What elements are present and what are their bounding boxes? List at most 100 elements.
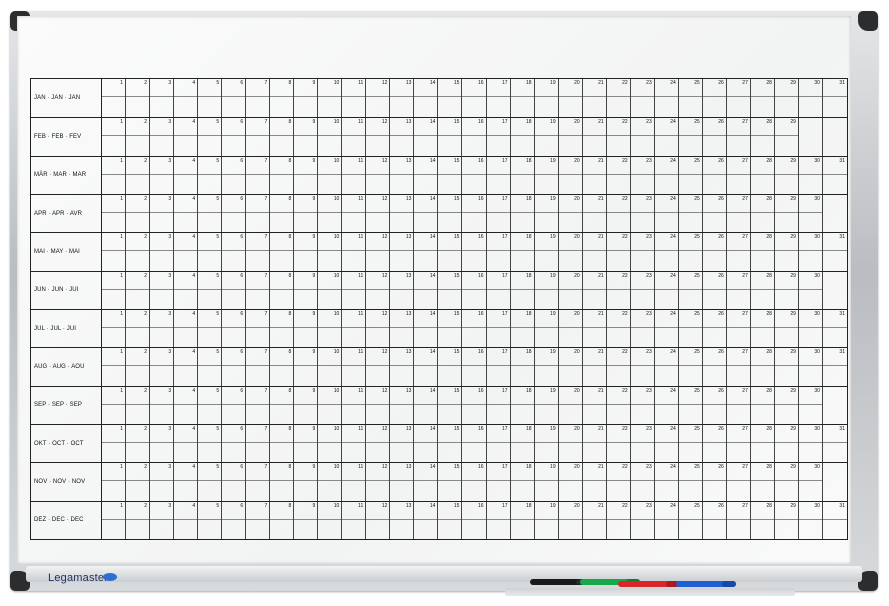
- day-divider: [390, 403, 414, 405]
- day-divider: [390, 327, 414, 328]
- day-number: 20: [574, 311, 580, 317]
- day-divider: [678, 442, 702, 443]
- day-cell: [799, 118, 823, 156]
- day-divider: [270, 480, 294, 482]
- day-divider: [534, 480, 558, 482]
- day-cell: 3: [150, 271, 175, 309]
- month-row: MAI · MAY · MAI 1 2 3 4 5 6 7 8 9 10 11 12 13 14 15 16 17…: [31, 232, 847, 271]
- day-cell: 14: [414, 386, 439, 424]
- day-cell: 5: [198, 348, 223, 386]
- day-divider: [606, 212, 630, 213]
- day-divider: [534, 135, 558, 137]
- day-cell: 27: [726, 386, 751, 424]
- day-number: 5: [216, 157, 220, 164]
- day-number: 7: [264, 119, 268, 126]
- day-cell: 8: [270, 156, 295, 194]
- day-cell: 3: [150, 501, 175, 539]
- day-number: 19: [550, 80, 556, 86]
- day-divider: [822, 96, 847, 97]
- day-divider: [822, 442, 847, 443]
- day-cell: 7: [246, 233, 271, 271]
- day-number: 18: [526, 349, 532, 356]
- day-divider: [534, 403, 558, 405]
- day-divider: [558, 212, 582, 213]
- day-number: 13: [405, 119, 412, 126]
- day-cell: 13: [390, 195, 415, 233]
- day-divider: [798, 250, 822, 252]
- day-cell: 14: [414, 156, 439, 194]
- day-divider: [246, 173, 270, 175]
- day-cell: 18: [510, 233, 535, 271]
- day-cell: 20: [558, 118, 583, 156]
- day-divider: [726, 365, 750, 367]
- day-divider: [774, 480, 798, 482]
- day-number: 3: [168, 157, 172, 164]
- day-number: 10: [333, 349, 340, 356]
- day-number: 21: [598, 426, 604, 432]
- day-cell: 24: [654, 348, 679, 386]
- day-number: 5: [216, 502, 220, 509]
- day-cell: 5: [198, 386, 223, 424]
- day-number: 7: [264, 80, 268, 86]
- month-row: JAN · JAN · JAN 1 2 3 4 5 6 7 8 9 10 11 12 13 14 15 16 17…: [31, 79, 847, 118]
- day-cell: 12: [366, 195, 391, 233]
- day-number: 2: [144, 502, 148, 509]
- day-cell: 5: [198, 79, 223, 118]
- day-number: 7: [264, 157, 268, 164]
- day-number: 10: [333, 157, 340, 164]
- day-divider: [822, 518, 847, 520]
- day-cell: 3: [150, 195, 175, 233]
- day-number: 14: [429, 387, 436, 394]
- day-divider: [630, 442, 654, 443]
- day-divider: [774, 365, 798, 367]
- day-number: 3: [168, 80, 172, 86]
- day-number: 7: [264, 311, 268, 317]
- day-number: 5: [216, 426, 220, 432]
- day-number: 11: [358, 426, 364, 432]
- day-cell: 8: [270, 501, 295, 539]
- day-cell: 7: [246, 501, 271, 539]
- day-number: 1: [120, 80, 124, 86]
- day-cell: 4: [174, 271, 199, 309]
- day-number: 23: [646, 119, 652, 126]
- day-cell: 6: [222, 233, 247, 271]
- day-number: 25: [694, 502, 700, 509]
- day-number: 2: [144, 196, 148, 202]
- day-number: 10: [333, 502, 340, 509]
- day-cell: 23: [630, 271, 655, 309]
- day-divider: [270, 327, 294, 328]
- day-cell: 31: [822, 348, 847, 385]
- day-cell: 20: [558, 310, 583, 348]
- day-divider: [318, 96, 342, 97]
- day-cell: 10: [318, 386, 343, 424]
- day-divider: [558, 442, 582, 443]
- day-number: 8: [288, 426, 292, 432]
- day-cell: 16: [462, 501, 487, 539]
- day-number: 28: [766, 157, 772, 164]
- day-number: 16: [477, 311, 484, 317]
- day-number: 16: [477, 464, 484, 471]
- day-cell: 5: [198, 310, 223, 348]
- day-divider: [702, 173, 726, 175]
- day-cell: 5: [198, 233, 223, 271]
- day-divider: [318, 288, 342, 290]
- day-divider: [102, 288, 126, 290]
- day-cell: 10: [318, 310, 343, 348]
- day-number: 30: [814, 387, 820, 394]
- day-cell: 24: [654, 79, 679, 118]
- day-number: 6: [240, 234, 244, 241]
- day-cell: 30: [798, 233, 823, 271]
- day-cell: 13: [390, 501, 415, 539]
- day-cell: 31: [822, 157, 847, 194]
- day-divider: [438, 403, 462, 405]
- day-divider: [558, 135, 582, 137]
- day-divider: [366, 365, 390, 367]
- day-cell: 28: [750, 271, 775, 309]
- day-number: 21: [598, 311, 604, 317]
- day-cell: 16: [462, 118, 487, 156]
- day-divider: [630, 96, 654, 97]
- day-divider: [510, 250, 534, 252]
- day-cell: 22: [606, 310, 631, 348]
- day-divider: [318, 442, 342, 443]
- day-number: 4: [192, 196, 196, 202]
